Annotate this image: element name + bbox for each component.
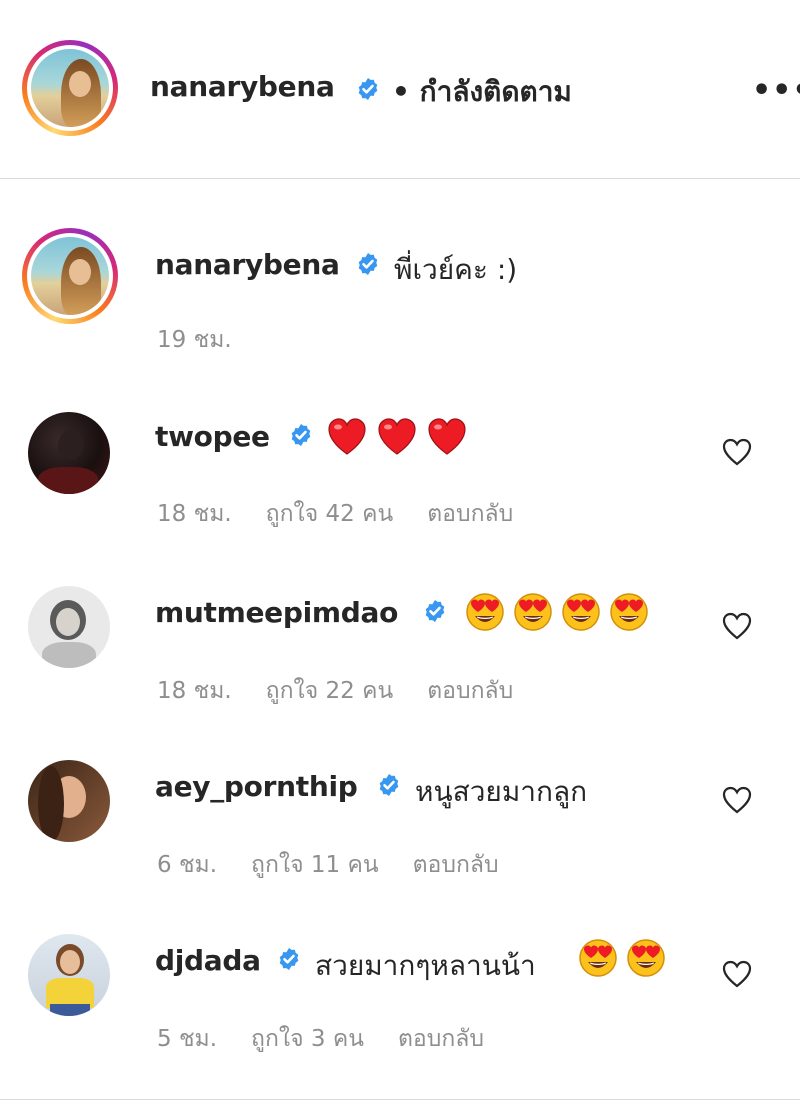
heart-eyes-emoji (562, 593, 600, 631)
comment-time: 18 ชม. (157, 678, 232, 704)
heart-eyes-emoji (514, 593, 552, 631)
verified-badge-icon (358, 253, 378, 275)
verified-badge-icon (291, 424, 311, 446)
divider (0, 1099, 800, 1100)
comment-likes[interactable]: ถูกใจ 11 คน (251, 852, 379, 878)
comment-likes[interactable]: ถูกใจ 42 คน (266, 501, 394, 527)
like-heart-icon[interactable] (722, 612, 752, 640)
following-status[interactable]: • กำลังติดตาม (392, 70, 572, 114)
commenter-avatar[interactable] (28, 412, 110, 494)
commenter-username[interactable]: aey_pornthip (155, 770, 358, 803)
heart-eyes-emoji (610, 593, 648, 631)
verified-badge-icon (379, 774, 399, 796)
commenter-username[interactable]: twopee (155, 420, 270, 453)
comment-text: สวยมากๆหลานน้า (315, 949, 536, 982)
verified-badge-icon (358, 78, 378, 100)
reply-button[interactable]: ตอบกลับ (427, 501, 513, 527)
red-heart-emoji (378, 418, 416, 455)
heart-eyes-emoji (466, 593, 504, 631)
comment-likes[interactable]: ถูกใจ 3 คน (251, 1026, 364, 1052)
avatar-photo (31, 49, 109, 127)
comment-emoji-row (465, 592, 665, 636)
comment-time: 18 ชม. (157, 501, 232, 527)
heart-eyes-emoji (579, 939, 617, 977)
reply-button[interactable]: ตอบกลับ (398, 1026, 484, 1052)
like-heart-icon[interactable] (722, 438, 752, 466)
comment-emoji-row (327, 418, 477, 462)
comment-time: 6 ชม. (157, 852, 218, 878)
comment-emoji-row (578, 938, 674, 982)
caption-username[interactable]: nanarybena (155, 248, 340, 281)
comment-meta: 5 ชม. ถูกใจ 3 คน ตอบกลับ (157, 1021, 518, 1057)
reply-button[interactable]: ตอบกลับ (427, 678, 513, 704)
comment-meta: 6 ชม. ถูกใจ 11 คน ตอบกลับ (157, 847, 533, 883)
comment-text: หนูสวยมากลูก (415, 775, 588, 808)
comment-meta: 18 ชม. ถูกใจ 22 คน ตอบกลับ (157, 673, 547, 709)
like-heart-icon[interactable] (722, 960, 752, 988)
verified-badge-icon (425, 600, 445, 622)
comment-time: 5 ชม. (157, 1026, 218, 1052)
red-heart-emoji (328, 418, 366, 455)
post-author-avatar[interactable] (22, 40, 118, 136)
caption-text: พี่เวย์คะ :) (394, 253, 518, 286)
post-author-username[interactable]: nanarybena (150, 70, 335, 103)
verified-badge-icon (279, 948, 299, 970)
caption-author-avatar[interactable] (22, 228, 118, 324)
commenter-username[interactable]: mutmeepimdao (155, 596, 398, 629)
avatar-photo (31, 237, 109, 315)
commenter-username[interactable]: djdada (155, 944, 261, 977)
commenter-avatar[interactable] (28, 760, 110, 842)
like-heart-icon[interactable] (722, 786, 752, 814)
commenter-avatar[interactable] (28, 586, 110, 668)
heart-eyes-emoji (627, 939, 665, 977)
commenter-avatar[interactable] (28, 934, 110, 1016)
caption-time: 19 ชม. (157, 327, 232, 353)
comment-likes[interactable]: ถูกใจ 22 คน (266, 678, 394, 704)
reply-button[interactable]: ตอบกลับ (413, 852, 499, 878)
comment-meta: 18 ชม. ถูกใจ 42 คน ตอบกลับ (157, 496, 547, 532)
post-header: nanarybena • กำลังติดตาม ••• (0, 0, 800, 179)
red-heart-emoji (428, 418, 466, 455)
more-options-icon[interactable]: ••• (752, 73, 800, 108)
